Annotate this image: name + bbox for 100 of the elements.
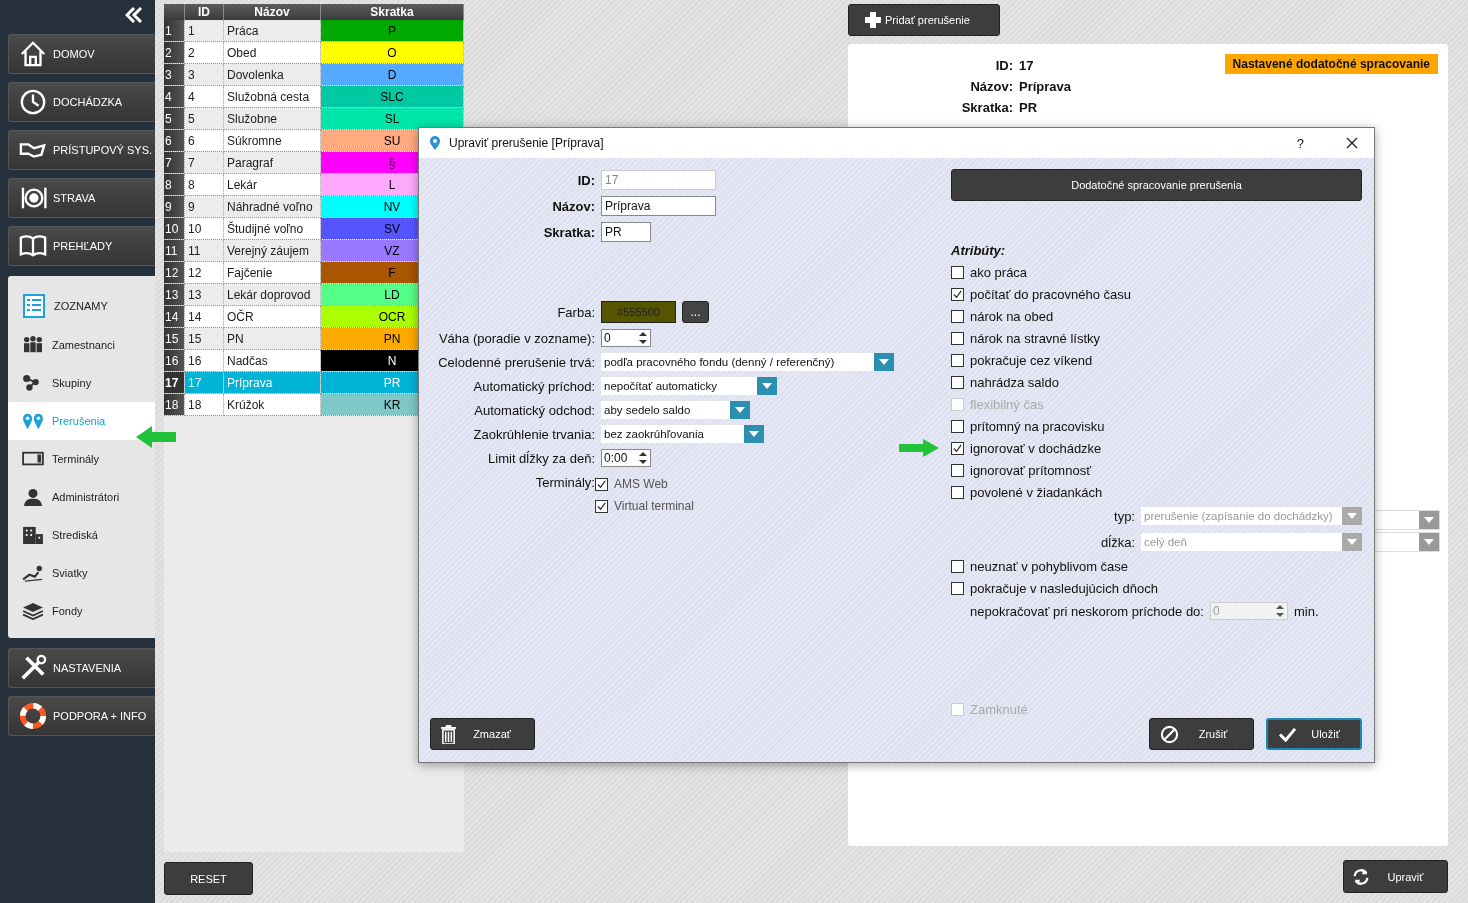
clock-icon [19, 88, 47, 116]
row-number[interactable]: 5 [164, 107, 185, 130]
list-icon [22, 294, 46, 318]
row-number[interactable]: 10 [164, 217, 185, 240]
text-field[interactable]: PR [601, 222, 651, 242]
menu-item[interactable]: DOCHÁDZKA [8, 82, 155, 122]
row-number[interactable]: 4 [164, 85, 185, 108]
text-field[interactable]: Príprava [601, 196, 716, 216]
picker-button[interactable]: ... [682, 301, 709, 323]
dropdown[interactable]: aby sedelo saldo [601, 401, 751, 419]
house-icon [19, 40, 47, 68]
checkbox[interactable] [951, 441, 964, 455]
caret-icon [879, 359, 890, 365]
table-cell: 1 [184, 20, 224, 42]
submenu-item[interactable]: Sviatky [8, 554, 155, 592]
help-button[interactable]: ? [1296, 135, 1304, 151]
table-cell: 13 [184, 283, 224, 306]
spin-arrows-icon [638, 451, 648, 465]
submenu-item[interactable]: Terminály [8, 440, 155, 478]
checkbox[interactable] [951, 419, 964, 433]
field-label: Farba: [556, 304, 595, 320]
row-number[interactable]: 16 [164, 349, 185, 372]
dropdown[interactable]: bez zaokrúhľovania [601, 425, 764, 443]
menu-item[interactable]: PRÍSTUPOVÝ SYS. [8, 130, 155, 170]
row-number[interactable]: 2 [164, 41, 185, 64]
column-header[interactable]: ID [184, 4, 224, 20]
ban-icon [1160, 724, 1179, 744]
submenu-item[interactable]: Strediská [8, 516, 155, 554]
buildings-icon [22, 526, 44, 544]
collapse-icon[interactable] [125, 7, 143, 23]
checkbox[interactable] [595, 477, 608, 491]
field-label: Automatický príchod: [472, 378, 595, 394]
checkbox[interactable] [951, 331, 964, 345]
menu-item[interactable]: STRAVA [8, 178, 155, 218]
row-number[interactable]: 7 [164, 151, 185, 174]
field-label: Názov: [551, 198, 595, 214]
caret-icon [1347, 539, 1357, 545]
field-label: Limit dĺžky za deň: [487, 450, 595, 466]
row-number[interactable]: 6 [164, 129, 185, 152]
person-icon [22, 488, 44, 506]
checkbox[interactable] [951, 559, 964, 573]
close-icon[interactable] [1346, 137, 1358, 149]
caret-icon [762, 383, 772, 389]
row-number[interactable]: 18 [164, 393, 185, 416]
section-title: Atribúty: [951, 243, 1007, 258]
row-number[interactable]: 11 [164, 239, 185, 262]
add-button[interactable]: Pridať prerušenie [848, 4, 1000, 36]
table-cell: 17 [184, 371, 224, 394]
row-number[interactable]: 14 [164, 305, 185, 328]
spinner-field[interactable]: 0 [601, 329, 651, 347]
column-header[interactable]: Skratka [320, 4, 464, 20]
menu-item[interactable]: PREHĽADY [8, 226, 155, 266]
row-number[interactable]: 1 [164, 20, 185, 42]
checkbox[interactable] [951, 463, 964, 477]
checkbox[interactable] [951, 287, 964, 301]
column-header[interactable]: Názov [223, 4, 321, 20]
table-cell: Paragraf [223, 151, 321, 174]
checkbox[interactable] [951, 353, 964, 367]
edit-button[interactable]: Upraviť [1343, 860, 1448, 893]
dropdown[interactable]: nepočítať automaticky [601, 377, 777, 395]
menu-item[interactable]: PODPORA + INFO [8, 696, 155, 736]
caret-icon [735, 407, 746, 413]
checkbox[interactable] [951, 309, 964, 323]
row-number[interactable]: 3 [164, 63, 185, 86]
checkbox[interactable] [951, 485, 964, 499]
menu-item[interactable]: DOMOV [8, 34, 155, 74]
delete-button[interactable]: Zmazať [430, 718, 535, 750]
row-number[interactable]: 8 [164, 173, 185, 196]
submenu-item[interactable]: Skupiny [8, 364, 155, 402]
save-button[interactable]: Uložiť [1266, 718, 1362, 750]
checkbox-label: flexibilný čas [970, 396, 1044, 412]
row-number[interactable]: 17 [164, 371, 185, 394]
checkbox[interactable] [595, 499, 608, 513]
tools-icon [19, 654, 47, 682]
row-number[interactable]: 13 [164, 283, 185, 306]
table-cell: OČR [223, 305, 321, 328]
field-label: ID: [994, 58, 1013, 73]
field-label: Zaokrúhlenie trvania: [472, 426, 595, 442]
checkbox-label: počítať do pracovného času [970, 286, 1131, 302]
spinner-field[interactable]: 0:00 [601, 449, 651, 467]
field-label: typ: [1114, 508, 1135, 524]
table-cell: Krúžok [223, 393, 321, 416]
menu-item[interactable]: NASTAVENIA [8, 648, 155, 688]
table-cell: Fajčenie [223, 261, 321, 284]
checkbox[interactable] [951, 265, 964, 279]
submenu-item[interactable]: Administrátori [8, 478, 155, 516]
checkbox[interactable] [951, 581, 964, 595]
field-label: Skratka: [542, 224, 595, 240]
row-number[interactable]: 15 [164, 327, 185, 350]
row-number[interactable]: 12 [164, 261, 185, 284]
cancel-button[interactable]: Zrušiť [1149, 718, 1254, 750]
row-number[interactable]: 9 [164, 195, 185, 218]
checkbox[interactable] [951, 375, 964, 389]
reset-button[interactable]: RESET [164, 862, 253, 895]
dropdown[interactable]: podľa pracovného fondu (denný / referenčný) [601, 353, 895, 371]
submenu-item[interactable]: Zamestnanci [8, 326, 155, 364]
extra-processing-button[interactable]: Dodatočné spracovanie prerušenia [951, 169, 1362, 201]
caret-icon [1424, 539, 1434, 545]
submenu-header[interactable]: ZOZNAMY [8, 286, 155, 326]
submenu-item[interactable]: Fondy [8, 592, 155, 630]
